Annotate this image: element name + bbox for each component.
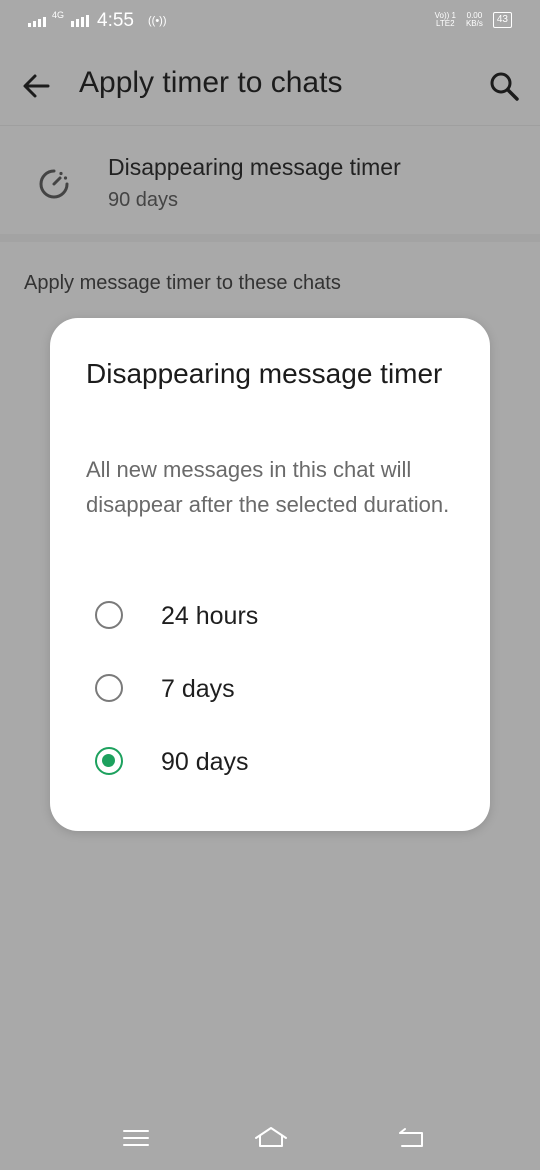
timer-setting-row[interactable]: Disappearing message timer 90 days (0, 138, 540, 230)
search-icon[interactable] (488, 70, 520, 102)
system-nav-bar (0, 1110, 540, 1170)
timer-setting-value: 90 days (108, 189, 179, 211)
dialog-description: All new messages in this chat will disap… (86, 457, 450, 517)
radio-unchecked-icon[interactable] (95, 601, 123, 629)
signal-icon-2 (71, 15, 90, 27)
speed-unit: KB/s (465, 19, 483, 28)
battery-icon: 43 (492, 12, 512, 28)
option-90-days[interactable]: 90 days (50, 735, 490, 791)
timer-setting-title: Disappearing message timer (108, 154, 401, 180)
radio-checked-icon[interactable] (95, 747, 123, 775)
option-label: 24 hours (161, 602, 259, 630)
clock: 4:55 (97, 10, 134, 31)
radio-unchecked-icon[interactable] (95, 674, 123, 702)
page-title: Apply timer to chats (79, 66, 343, 99)
app-bar: Apply timer to chats (0, 50, 540, 126)
signal-icon (28, 15, 46, 27)
status-right: Vo)) 1 LTE2 0.00 KB/s 43 (435, 12, 512, 28)
back-icon[interactable] (396, 1124, 428, 1152)
divider (0, 125, 540, 126)
menu-icon[interactable] (120, 1124, 152, 1152)
network-speed: 0.00 KB/s (466, 12, 483, 28)
section-separator (0, 234, 540, 242)
option-7-days[interactable]: 7 days (50, 662, 490, 718)
home-icon[interactable] (253, 1124, 289, 1152)
arrow-left-icon[interactable] (20, 70, 52, 102)
section-header: Apply message timer to these chats (24, 272, 341, 294)
status-bar: 4G 4:55 ((•)) Vo)) 1 LTE2 0.00 KB/s 43 (0, 0, 540, 44)
timer-icon (39, 169, 69, 199)
timer-dialog: Disappearing message timer All new messa… (50, 318, 490, 831)
option-24-hours[interactable]: 24 hours (50, 589, 490, 645)
option-label: 90 days (161, 748, 249, 776)
volte-bottom: LTE2 (436, 19, 455, 28)
dialog-title: Disappearing message timer (86, 358, 443, 389)
volte-indicator: Vo)) 1 LTE2 (435, 12, 456, 28)
status-left: 4G 4:55 ((•)) (28, 10, 167, 32)
hotspot-icon: ((•)) (148, 15, 167, 27)
option-label: 7 days (161, 675, 235, 703)
network-type: 4G (52, 9, 65, 20)
